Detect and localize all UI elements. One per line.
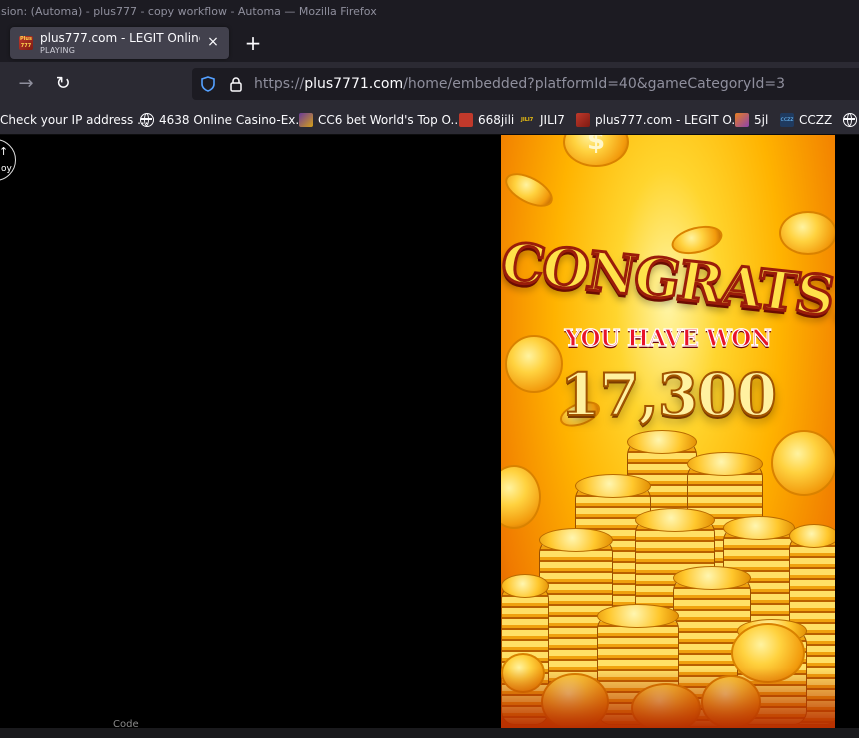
- window-title: nsion: (Automa) - plus777 - copy workflo…: [0, 5, 377, 18]
- url-text[interactable]: https://plus7771.com/home/embedded?platf…: [254, 68, 785, 100]
- game-bottom-shade: [501, 668, 835, 728]
- url-host: plus7771.com: [304, 76, 404, 92]
- bookmark-label: 668jili: [478, 113, 515, 127]
- game-win-screen[interactable]: $ CONGRATS! YOU HAVE WON 17,300: [501, 135, 835, 728]
- navigation-toolbar: → ↻ https://plus7771.com/home/embedded?p…: [0, 62, 859, 106]
- bookmark-label: JILI7: [540, 113, 565, 127]
- bookmark-label: 5jl: [754, 113, 769, 127]
- plus777-favicon-icon: [576, 113, 590, 127]
- coin-icon: [771, 430, 835, 496]
- bookmark-label: CC6 bet World's Top O...: [318, 113, 462, 127]
- 5jl-favicon-icon: [735, 113, 749, 127]
- back-arrow-icon: ↑: [0, 145, 9, 158]
- tab-plus777[interactable]: Plus 777 plus777.com - LEGIT Online Casi…: [10, 27, 229, 59]
- you-have-won-text: YOU HAVE WON: [564, 324, 772, 352]
- coin-icon: [501, 465, 541, 529]
- cc6-favicon-icon: [299, 113, 313, 127]
- jili7-favicon-icon: JILI7: [521, 117, 534, 123]
- plus777-favicon-icon: Plus 777: [19, 36, 33, 50]
- tab-close-icon[interactable]: ×: [205, 34, 221, 50]
- reload-button[interactable]: ↻: [51, 72, 75, 96]
- bookmark-label: Check your IP address ...: [0, 113, 149, 127]
- url-bar[interactable]: https://plus7771.com/home/embedded?platf…: [192, 68, 859, 100]
- tracking-shield-icon[interactable]: [200, 76, 216, 92]
- forward-button[interactable]: →: [14, 72, 38, 96]
- coin-icon: [501, 166, 559, 214]
- tab-strip: Plus 777 plus777.com - LEGIT Online Casi…: [0, 24, 859, 62]
- page-content: ↑ oy $ CONGRATS! YOU HAVE WON 17,300: [0, 135, 859, 738]
- tab-title: plus777.com - LEGIT Online Casino: [40, 31, 200, 45]
- win-amount: 17,300: [559, 360, 778, 430]
- coin-icon: [779, 211, 835, 255]
- new-tab-button[interactable]: +: [243, 33, 263, 53]
- tab-playing-status: PLAYING: [40, 46, 76, 55]
- globe-icon: [843, 113, 857, 127]
- url-prefix: https://: [254, 76, 305, 92]
- url-path: /home/embedded?platformId=40&gameCategor…: [403, 76, 785, 92]
- footer-code-text: Code: [113, 719, 139, 730]
- bookmark-label: 4638 Online Casino-Ex...: [159, 113, 307, 127]
- game-back-button[interactable]: ↑ oy: [0, 139, 16, 181]
- bookmark-label: CCZZ: [799, 113, 833, 127]
- bookmark-label: plus777.com - LEGIT O...: [595, 113, 743, 127]
- bookmarks-toolbar: Check your IP address ... 4638 Online Ca…: [0, 106, 859, 135]
- game-back-label: oy: [1, 164, 12, 174]
- cczz-favicon-icon: cczz: [780, 113, 794, 127]
- 668jili-favicon-icon: [459, 113, 473, 127]
- coin-icon: $: [563, 135, 629, 167]
- window-titlebar: nsion: (Automa) - plus777 - copy workflo…: [0, 0, 859, 24]
- lock-icon[interactable]: [228, 76, 244, 92]
- globe-icon: [140, 113, 154, 127]
